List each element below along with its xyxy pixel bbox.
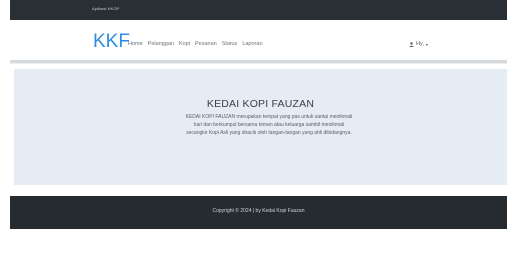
nav-item-laporan[interactable]: Laporan — [242, 41, 262, 47]
nav-menu: Home Pelanggan Kopi Pesanan Status Lapor… — [128, 41, 263, 47]
top-bar: Aplikasi KKOP — [10, 0, 507, 21]
user-icon — [409, 41, 414, 47]
nav-item-home[interactable]: Home — [128, 41, 143, 47]
user-label: Hy, — [416, 41, 424, 47]
brand-logo[interactable]: KKF — [93, 31, 130, 53]
user-menu[interactable]: Hy, ▾ — [409, 41, 428, 47]
app-title: Aplikasi KKOP — [92, 6, 120, 11]
hero-section: KEDAI KOPI FAUZAN KEDAI KOPI FAUZAN meru… — [14, 69, 507, 185]
window-left-edge — [0, 0, 10, 273]
nav-item-pesanan[interactable]: Pesanan — [195, 41, 217, 47]
footer: Copyright © 2024 | by Kedai Kopi Fauzan — [10, 196, 507, 229]
nav-item-pelanggan[interactable]: Pelanggan — [148, 41, 174, 47]
hero-description: KEDAI KOPI FAUZAN merupakan tempat yang … — [185, 114, 353, 136]
hero-title: KEDAI KOPI FAUZAN — [206, 98, 315, 110]
footer-copyright: Copyright © 2024 | by Kedai Kopi Fauzan — [212, 208, 305, 214]
chevron-down-icon: ▾ — [425, 41, 428, 47]
nav-item-status[interactable]: Status — [222, 41, 238, 47]
navbar-divider-shadow — [10, 63, 507, 64]
nav-item-kopi[interactable]: Kopi — [179, 41, 190, 47]
navbar: KKF Home Pelanggan Kopi Pesanan Status L… — [10, 20, 507, 60]
